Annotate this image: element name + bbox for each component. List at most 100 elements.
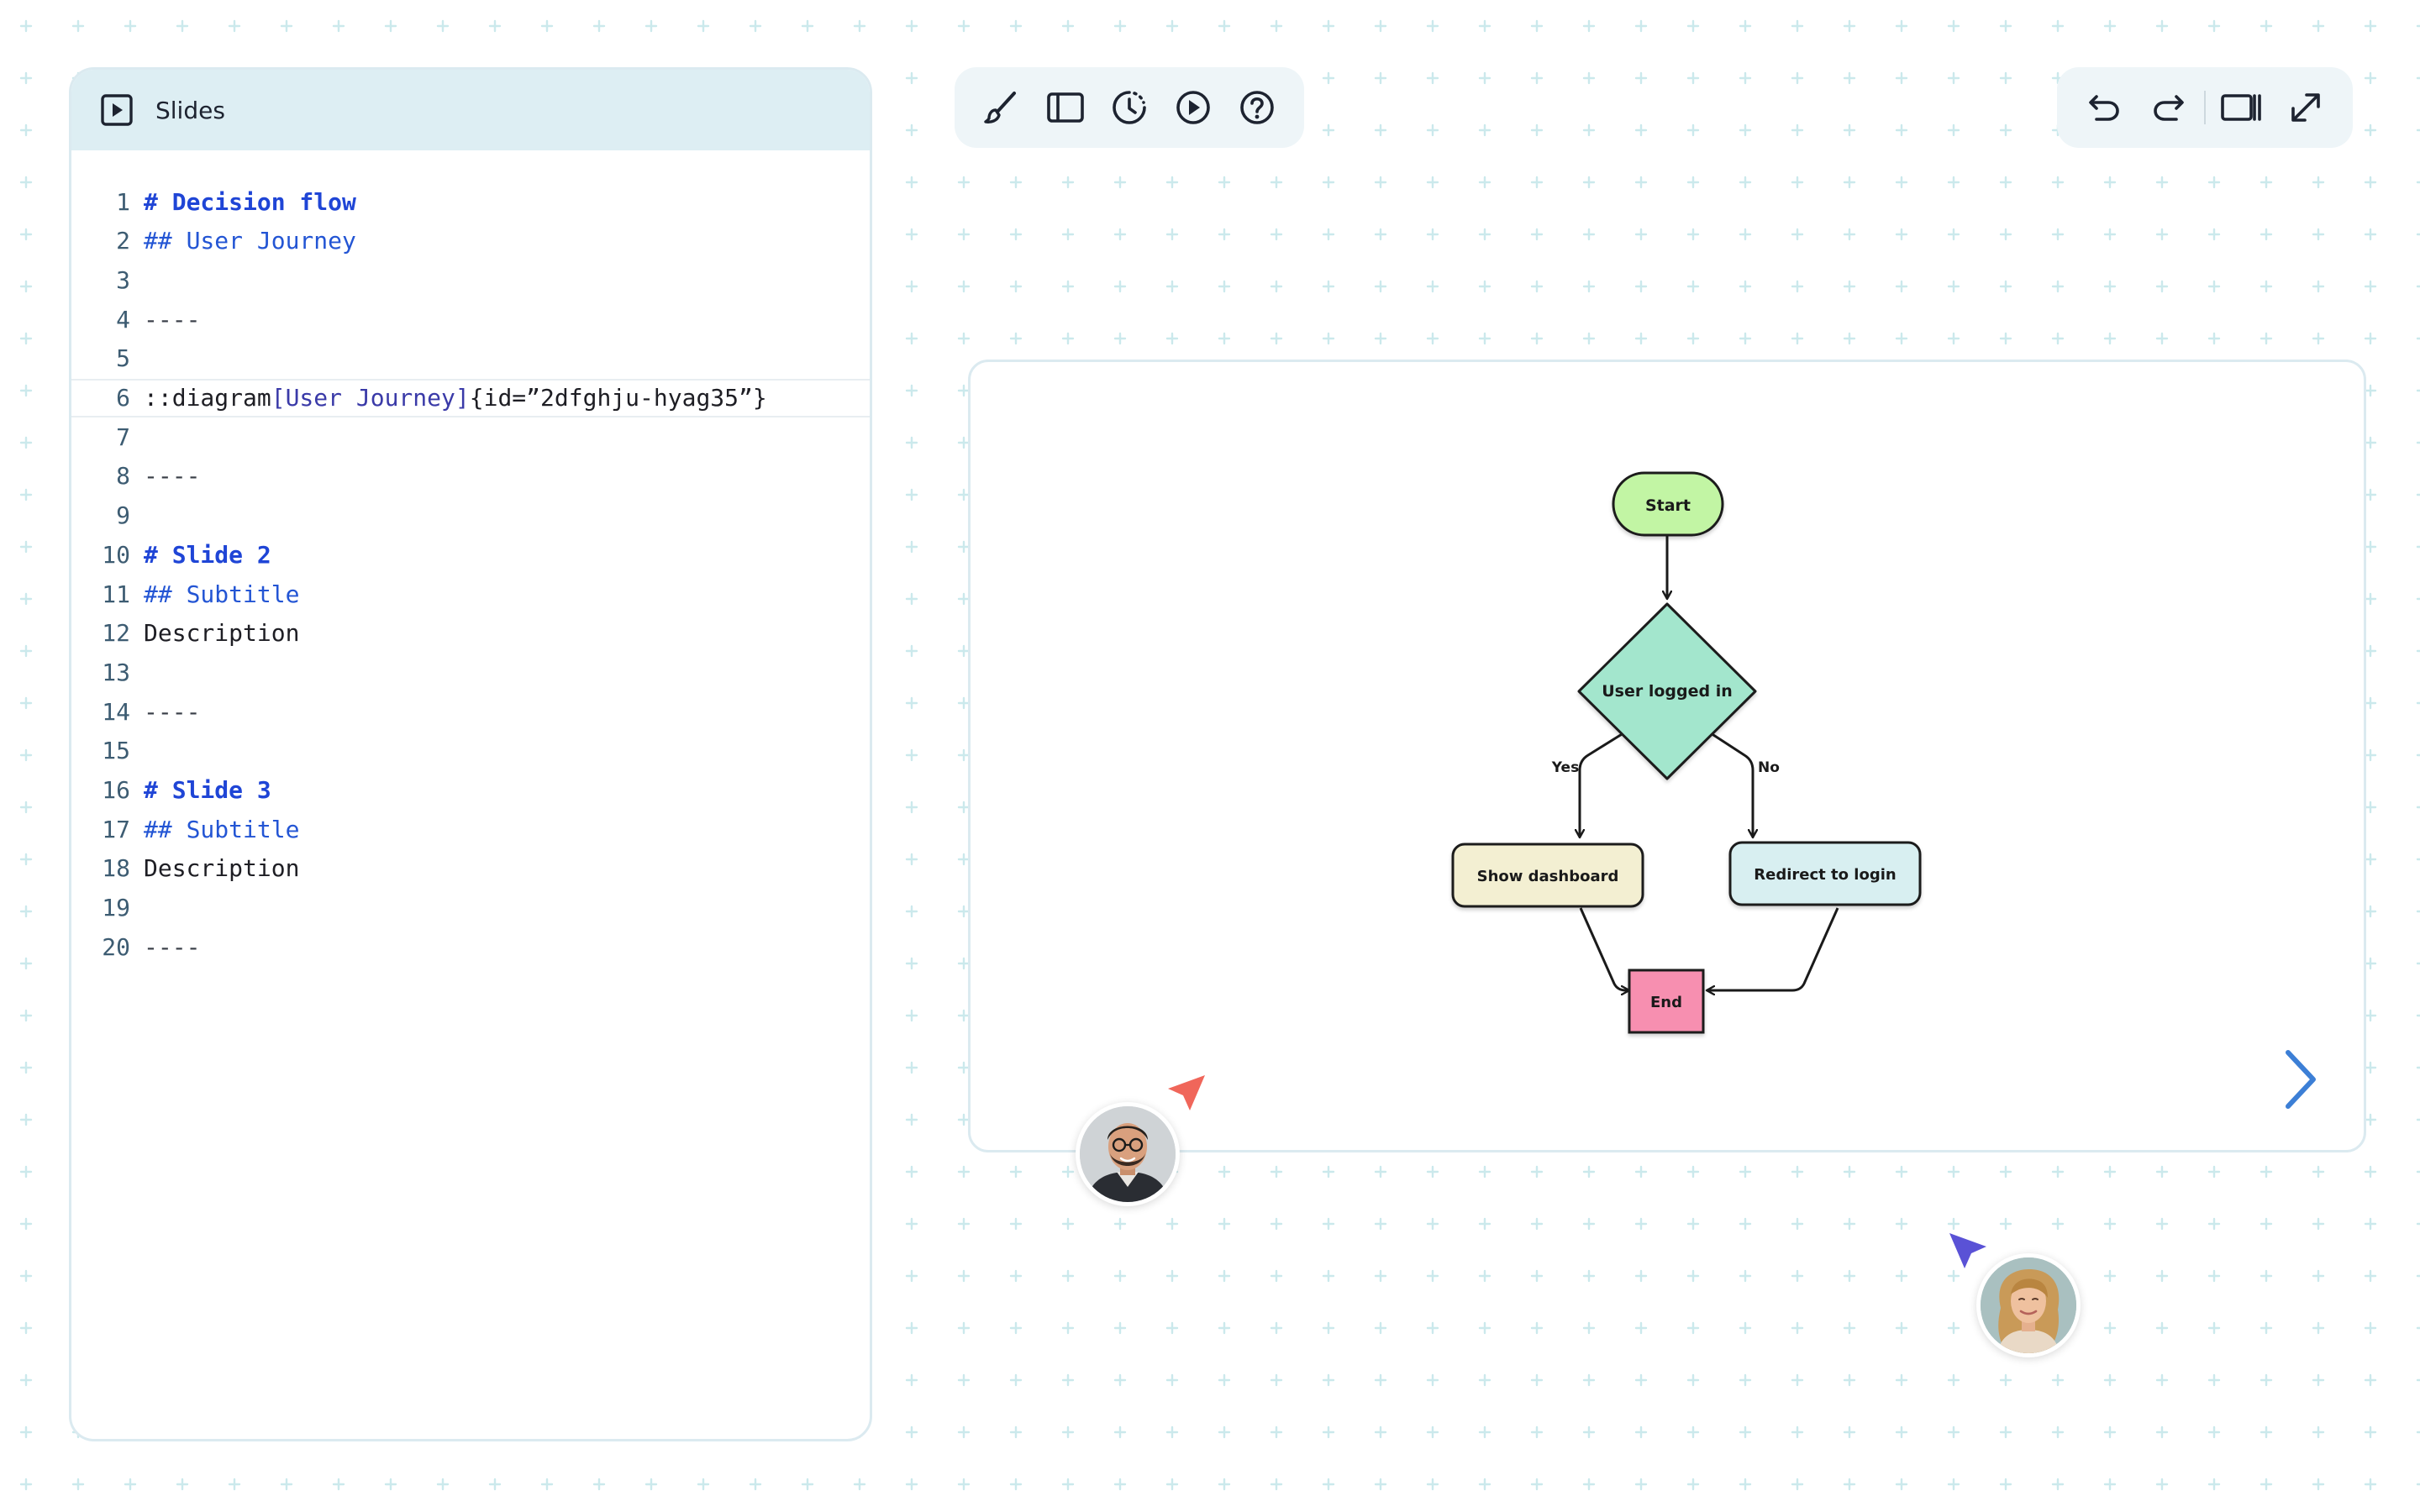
pointer-icon <box>1949 1233 1986 1268</box>
next-slide-button[interactable] <box>2271 1044 2330 1115</box>
editor-line[interactable]: 10 # Slide 2 <box>71 535 870 574</box>
editor-line[interactable]: 18 Description <box>71 849 870 888</box>
flowchart-diagram: Start User logged in Yes No Show dashboa… <box>1451 471 1922 1034</box>
collaborator-2-cursor <box>1946 1230 1990 1277</box>
editor-line[interactable]: 19 <box>71 889 870 927</box>
editor-line[interactable]: 4 ---- <box>71 300 870 339</box>
node-decision[interactable]: User logged in <box>1577 602 1757 780</box>
editor-line[interactable]: 16 # Slide 3 <box>71 771 870 810</box>
line-number: 17 <box>102 815 130 843</box>
help-button[interactable] <box>1233 82 1281 133</box>
edge-no-end <box>1707 907 1839 990</box>
line-content: ## User Journey <box>144 227 356 255</box>
edge-label-no: No <box>1758 759 1780 776</box>
slides-panel: Slides 1 # Decision flow 2 ## User Journey 3… <box>69 67 872 1441</box>
editor-line[interactable]: 17 ## Subtitle <box>71 810 870 848</box>
line-number: 20 <box>102 932 130 961</box>
line-number: 5 <box>116 344 130 373</box>
code-token: ---- <box>144 305 201 333</box>
code-token: ---- <box>144 932 201 961</box>
present-button[interactable] <box>1169 82 1218 133</box>
editor-line[interactable]: 3 <box>71 260 870 299</box>
edge-yes-end <box>1579 907 1629 990</box>
node-start-label: Start <box>1645 496 1691 515</box>
editor-line[interactable]: 9 <box>71 496 870 535</box>
code-token: # Decision flow <box>144 187 356 216</box>
line-number: 11 <box>102 580 130 608</box>
line-number: 12 <box>102 619 130 648</box>
code-token: # Slide 2 <box>144 540 271 569</box>
editor-line[interactable]: 7 <box>71 417 870 456</box>
collaborator-1-cursor <box>1165 1072 1208 1119</box>
line-number: 16 <box>102 776 130 804</box>
slide-preview[interactable]: Start User logged in Yes No Show dashboa… <box>968 360 2366 1152</box>
line-number: 18 <box>102 854 130 883</box>
help-icon <box>1240 91 1274 124</box>
editor-line[interactable]: 11 ## Subtitle <box>71 575 870 613</box>
line-content: ::diagram[User Journey]{id=”2dfghju-hyag… <box>144 384 767 412</box>
undo-button[interactable] <box>2080 82 2129 133</box>
pointer-icon <box>1168 1075 1205 1110</box>
brush-button[interactable] <box>977 82 1026 133</box>
redo-button[interactable] <box>2144 82 2194 133</box>
line-number: 7 <box>116 423 130 451</box>
node-redirect-login-label: Redirect to login <box>1754 866 1896 884</box>
code-token: ::diagram <box>144 384 271 412</box>
brush-icon <box>984 92 1016 123</box>
editor-line[interactable]: 1 # Decision flow <box>71 182 870 221</box>
line-number: 2 <box>116 227 130 255</box>
line-number: 9 <box>116 501 130 530</box>
redo-icon <box>2153 95 2184 121</box>
line-number: 8 <box>116 462 130 491</box>
sidebar-layout-button[interactable] <box>1041 82 1090 133</box>
editor-line[interactable]: 2 ## User Journey <box>71 222 870 260</box>
edge-decision-no <box>1707 730 1753 837</box>
editor-line[interactable]: 5 <box>71 339 870 378</box>
toolbar-left <box>955 67 1304 148</box>
line-number: 14 <box>102 697 130 726</box>
code-token: ---- <box>144 697 201 726</box>
editor-line[interactable]: 15 <box>71 732 870 770</box>
split-view-button[interactable] <box>2217 82 2266 133</box>
node-end-label: End <box>1650 994 1682 1011</box>
node-end[interactable]: End <box>1628 969 1705 1034</box>
line-number: 13 <box>102 658 130 686</box>
code-token: [User Journey] <box>271 384 470 412</box>
code-token: ---- <box>144 462 201 491</box>
editor-line[interactable]: 14 ---- <box>71 692 870 731</box>
sidebar-layout-icon <box>1047 92 1084 123</box>
timer-button[interactable] <box>1105 82 1154 133</box>
split-view-icon <box>2221 94 2262 121</box>
line-content: ## Subtitle <box>144 580 299 608</box>
code-token: ## Subtitle <box>144 580 300 608</box>
edge-label-yes: Yes <box>1551 759 1579 776</box>
play-square-icon[interactable] <box>98 92 135 129</box>
line-content: ---- <box>144 698 200 726</box>
slides-panel-title: Slides <box>155 96 225 124</box>
node-redirect-login[interactable]: Redirect to login <box>1728 841 1922 906</box>
code-token: Description <box>144 619 300 648</box>
markdown-editor[interactable]: 1 # Decision flow 2 ## User Journey 3 4 ---- 5 6… <box>71 150 870 961</box>
fullscreen-button[interactable] <box>2281 82 2331 133</box>
code-token: ## Subtitle <box>144 815 300 843</box>
editor-line[interactable]: 13 <box>71 653 870 691</box>
line-content: ---- <box>144 462 200 490</box>
expand-icon <box>2291 93 2320 122</box>
editor-line[interactable]: 20 ---- <box>71 927 870 966</box>
avatar-collaborator-2[interactable] <box>1976 1253 2081 1357</box>
undo-icon <box>2089 95 2120 121</box>
line-content: # Slide 3 <box>144 776 271 804</box>
editor-line[interactable]: 8 ---- <box>71 457 870 496</box>
node-show-dashboard[interactable]: Show dashboard <box>1451 843 1644 908</box>
line-number: 3 <box>116 265 130 294</box>
node-start[interactable]: Start <box>1612 471 1724 537</box>
editor-line[interactable]: 6::diagram[User Journey]{id=”2dfghju-hya… <box>71 378 870 417</box>
chevron-right-icon <box>2286 1050 2316 1109</box>
line-number: 6 <box>116 384 130 412</box>
line-number: 4 <box>116 305 130 333</box>
editor-line[interactable]: 12 Description <box>71 614 870 653</box>
line-number: 19 <box>102 894 130 922</box>
node-decision-label: User logged in <box>1602 682 1733 701</box>
toolbar-right <box>2057 67 2353 148</box>
slides-panel-header: Slides <box>71 70 870 150</box>
